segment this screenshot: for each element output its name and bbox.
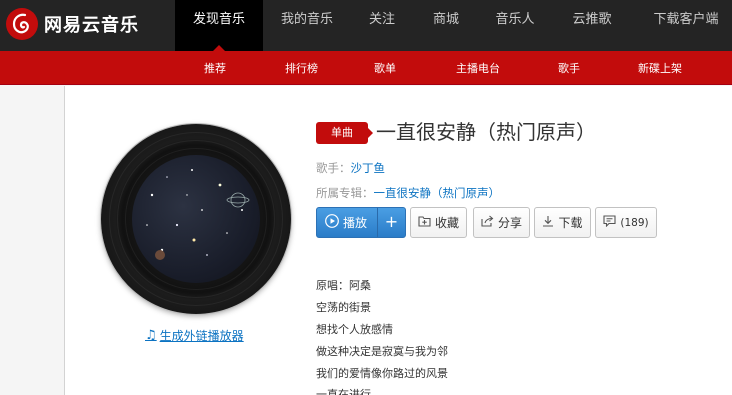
top-navbar: 网易云音乐 发现音乐 我的音乐 关注 商城 音乐人 云推歌 下载客户端	[0, 0, 732, 51]
external-player-link-label: 生成外链播放器	[159, 329, 244, 343]
collect-button[interactable]: 收藏	[410, 207, 467, 238]
nav-follow[interactable]: 关注	[350, 0, 414, 51]
download-button[interactable]: 下载	[534, 207, 591, 238]
logo[interactable]: 网易云音乐	[6, 6, 139, 42]
subnav-recommend[interactable]: 推荐	[204, 60, 226, 76]
comment-count: (189)	[620, 216, 649, 229]
comment-icon	[603, 215, 616, 230]
nav-my-music[interactable]: 我的音乐	[267, 0, 347, 51]
nav-musician[interactable]: 音乐人	[483, 0, 547, 51]
album-cover-art	[132, 155, 260, 283]
music-note-icon: ♫	[145, 328, 157, 343]
album-line: 所属专辑：一直很安静（热门原声）	[316, 185, 500, 201]
collect-label: 收藏	[434, 216, 459, 230]
nav-discover[interactable]: 发现音乐	[175, 0, 263, 51]
lyric-line: 原唱：阿桑	[316, 279, 371, 292]
album-link[interactable]: 一直很安静（热门原声）	[374, 186, 501, 200]
lyric-line: 做这种决定是寂寞与我为邻	[316, 345, 448, 358]
share-button[interactable]: 分享	[473, 207, 530, 238]
subnav-artists[interactable]: 歌手	[558, 60, 580, 76]
download-label: 下载	[558, 216, 583, 230]
add-to-playlist-button[interactable]: +	[377, 208, 405, 237]
subnav-radio[interactable]: 主播电台	[456, 60, 500, 76]
nav-store[interactable]: 商城	[414, 0, 478, 51]
subnav-playlists[interactable]: 歌单	[374, 60, 396, 76]
sub-navbar: 推荐 排行榜 歌单 主播电台 歌手 新碟上架	[0, 51, 732, 85]
folder-plus-icon	[418, 215, 431, 230]
netease-music-logo-icon	[6, 8, 38, 40]
lyric-line: 空荡的街景	[316, 301, 371, 314]
external-player-link[interactable]: ♫ 生成外链播放器	[145, 327, 244, 344]
share-label: 分享	[497, 216, 522, 230]
play-label: 播放	[343, 216, 368, 230]
single-badge: 单曲	[316, 122, 373, 144]
subnav-charts[interactable]: 排行榜	[285, 60, 318, 76]
download-icon	[542, 215, 554, 230]
share-icon	[481, 215, 494, 230]
play-button[interactable]: 播放 +	[316, 207, 406, 238]
artist-line: 歌手：沙丁鱼	[316, 160, 385, 176]
play-icon	[325, 214, 339, 231]
lyric-line: 想找个人放感情	[316, 323, 393, 336]
comment-button[interactable]: (189)	[595, 207, 657, 238]
song-title: 一直很安静（热门原声）	[376, 120, 596, 144]
logo-text: 网易云音乐	[44, 15, 139, 36]
artist-link[interactable]: 沙丁鱼	[351, 161, 386, 175]
lyric-line: 我们的爱情像你路过的风景	[316, 367, 448, 380]
song-detail-panel: ♫ 生成外链播放器 单曲 一直很安静（热门原声） 歌手：沙丁鱼 所属专辑：一直很…	[64, 86, 732, 395]
lyric-line: 一直在进行	[316, 388, 371, 395]
nav-download-client[interactable]: 下载客户端	[640, 0, 732, 51]
nav-cloud-recommend[interactable]: 云推歌	[560, 0, 624, 51]
album-cover-disc	[101, 124, 291, 314]
subnav-new-albums[interactable]: 新碟上架	[638, 60, 682, 76]
artist-label: 歌手：	[316, 161, 351, 175]
album-label: 所属专辑：	[316, 186, 374, 200]
